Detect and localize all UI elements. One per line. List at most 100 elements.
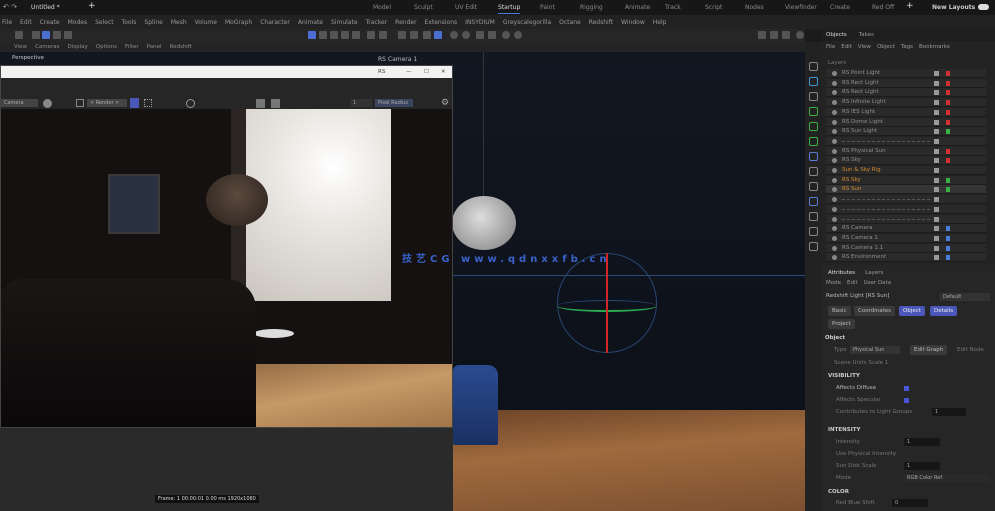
layout-tab[interactable]: Animate [625, 4, 650, 11]
new-document-icon[interactable]: + [88, 1, 96, 11]
layout-tab[interactable]: Track [665, 4, 681, 11]
value-field[interactable]: RGB Color Ref [904, 474, 989, 482]
object-menu-item[interactable]: View [858, 44, 871, 50]
attribute-menu-item[interactable]: User Data [864, 280, 891, 286]
tab-objects[interactable]: Objects [826, 32, 847, 38]
visibility-icon[interactable] [934, 206, 939, 212]
viewport-menu-item[interactable]: Display [68, 44, 88, 50]
object-tag-icon[interactable] [946, 80, 950, 86]
palette-tool-icon[interactable] [809, 212, 818, 221]
visibility-icon[interactable] [934, 255, 939, 261]
value-field[interactable]: 1 [932, 408, 966, 416]
object-menu-item[interactable]: Object [877, 44, 895, 50]
copy-icon[interactable] [256, 99, 265, 108]
menu-item[interactable]: Mesh [171, 19, 187, 26]
edit-node-button[interactable]: Edit Node [957, 347, 984, 353]
menu-item[interactable]: Window [621, 19, 645, 26]
palette-tool-icon[interactable] [809, 242, 818, 251]
menu-item[interactable]: Help [653, 19, 667, 26]
circle-icon[interactable] [186, 99, 195, 108]
menu-item[interactable]: Tools [122, 19, 137, 26]
layout-tab[interactable]: Startup [498, 4, 521, 14]
object-tag-icon[interactable] [946, 177, 950, 183]
object-row[interactable]: RS Sun [826, 185, 986, 195]
layout-icon[interactable] [758, 31, 766, 39]
layout-tab[interactable]: Model [373, 4, 391, 11]
menu-item[interactable]: Extensions [425, 19, 458, 26]
menu-item[interactable]: File [2, 19, 12, 26]
visibility-icon[interactable] [934, 129, 939, 135]
visibility-icon[interactable] [934, 71, 939, 76]
axis-icon[interactable] [367, 31, 375, 39]
grid-icon[interactable] [144, 99, 152, 107]
menu-item[interactable]: MoGraph [225, 19, 252, 26]
type-select[interactable]: Physical Sun [850, 346, 900, 354]
viewport-menu-item[interactable]: Redshift [170, 44, 192, 50]
visibility-icon[interactable] [934, 109, 939, 115]
palette-tool-icon[interactable] [809, 62, 818, 71]
maximize-icon[interactable]: ☐ [424, 69, 429, 75]
snap-icon[interactable] [410, 31, 418, 39]
palette-tool-icon[interactable] [809, 137, 818, 146]
layout-icon[interactable] [770, 31, 778, 39]
attribute-menu-item[interactable]: Mode [826, 280, 841, 286]
tab-coordinates[interactable]: Coordinates [854, 306, 896, 316]
menu-item[interactable]: Redshift [589, 19, 613, 26]
viewport-menu-item[interactable]: Filter [125, 44, 139, 50]
palette-tool-icon[interactable] [809, 167, 818, 176]
visibility-icon[interactable] [934, 168, 939, 173]
palette-tool-icon[interactable] [809, 197, 818, 206]
tool-icon[interactable] [53, 31, 61, 39]
menu-item[interactable]: Create [40, 19, 60, 26]
visibility-icon[interactable] [934, 197, 939, 203]
palette-tool-icon[interactable] [809, 122, 818, 131]
tool-icon[interactable] [32, 31, 40, 39]
layout-tab[interactable]: Sculpt [414, 4, 433, 11]
tab-project[interactable]: Project [828, 319, 855, 329]
object-row[interactable]: RS Infinite Light [826, 98, 986, 108]
mode-select[interactable]: Pixel Radius [375, 99, 413, 107]
grid-icon[interactable] [434, 31, 442, 39]
document-tab[interactable]: Untitled * [31, 4, 60, 11]
object-tag-icon[interactable] [946, 187, 950, 193]
palette-tool-icon[interactable] [809, 92, 818, 101]
axis-icon[interactable] [379, 31, 387, 39]
layout-tab[interactable]: Rigging [580, 4, 603, 11]
menu-item[interactable]: INSYDIUM [465, 19, 495, 26]
checkbox[interactable] [904, 398, 909, 403]
palette-tool-icon[interactable] [809, 107, 818, 116]
value-field[interactable]: 1 [904, 462, 940, 470]
menu-item[interactable]: Tracker [366, 19, 388, 26]
layout-tab[interactable]: Script [705, 4, 722, 11]
mode-icon[interactable] [341, 31, 349, 39]
viewport-menu-item[interactable]: Cameras [35, 44, 59, 50]
visibility-icon[interactable] [934, 148, 939, 154]
menu-item[interactable]: Character [260, 19, 290, 26]
tab-details[interactable]: Details [930, 306, 958, 316]
palette-tool-icon[interactable] [809, 182, 818, 191]
object-row[interactable]: RS Camera 1.1 [826, 243, 986, 253]
value-field[interactable]: 1 [350, 99, 372, 107]
object-row[interactable]: RS IES Light [826, 107, 986, 117]
object-row[interactable] [826, 195, 986, 205]
visibility-icon[interactable] [934, 100, 939, 106]
object-menu-item[interactable]: Bookmarks [919, 44, 950, 50]
object-row[interactable]: RS Camera [826, 224, 986, 234]
object-tag-icon[interactable] [946, 71, 950, 76]
visibility-icon[interactable] [934, 119, 939, 125]
search-icon[interactable] [796, 31, 804, 39]
render-icon[interactable] [476, 31, 484, 39]
menu-item[interactable]: Spline [144, 19, 162, 26]
palette-tool-icon[interactable] [809, 77, 818, 86]
layout-icon[interactable] [782, 31, 790, 39]
object-tag-icon[interactable] [946, 90, 950, 96]
palette-tool-icon[interactable] [809, 227, 818, 236]
object-row[interactable]: RS Physical Sun [826, 146, 986, 156]
visibility-icon[interactable] [934, 158, 939, 164]
object-row[interactable]: RS Environment [826, 253, 986, 263]
object-tag-icon[interactable] [946, 129, 950, 135]
move-tool-icon[interactable] [42, 31, 50, 39]
visibility-icon[interactable] [934, 216, 939, 222]
tab-layers[interactable]: Layers [865, 270, 883, 276]
render-icon[interactable] [488, 31, 496, 39]
